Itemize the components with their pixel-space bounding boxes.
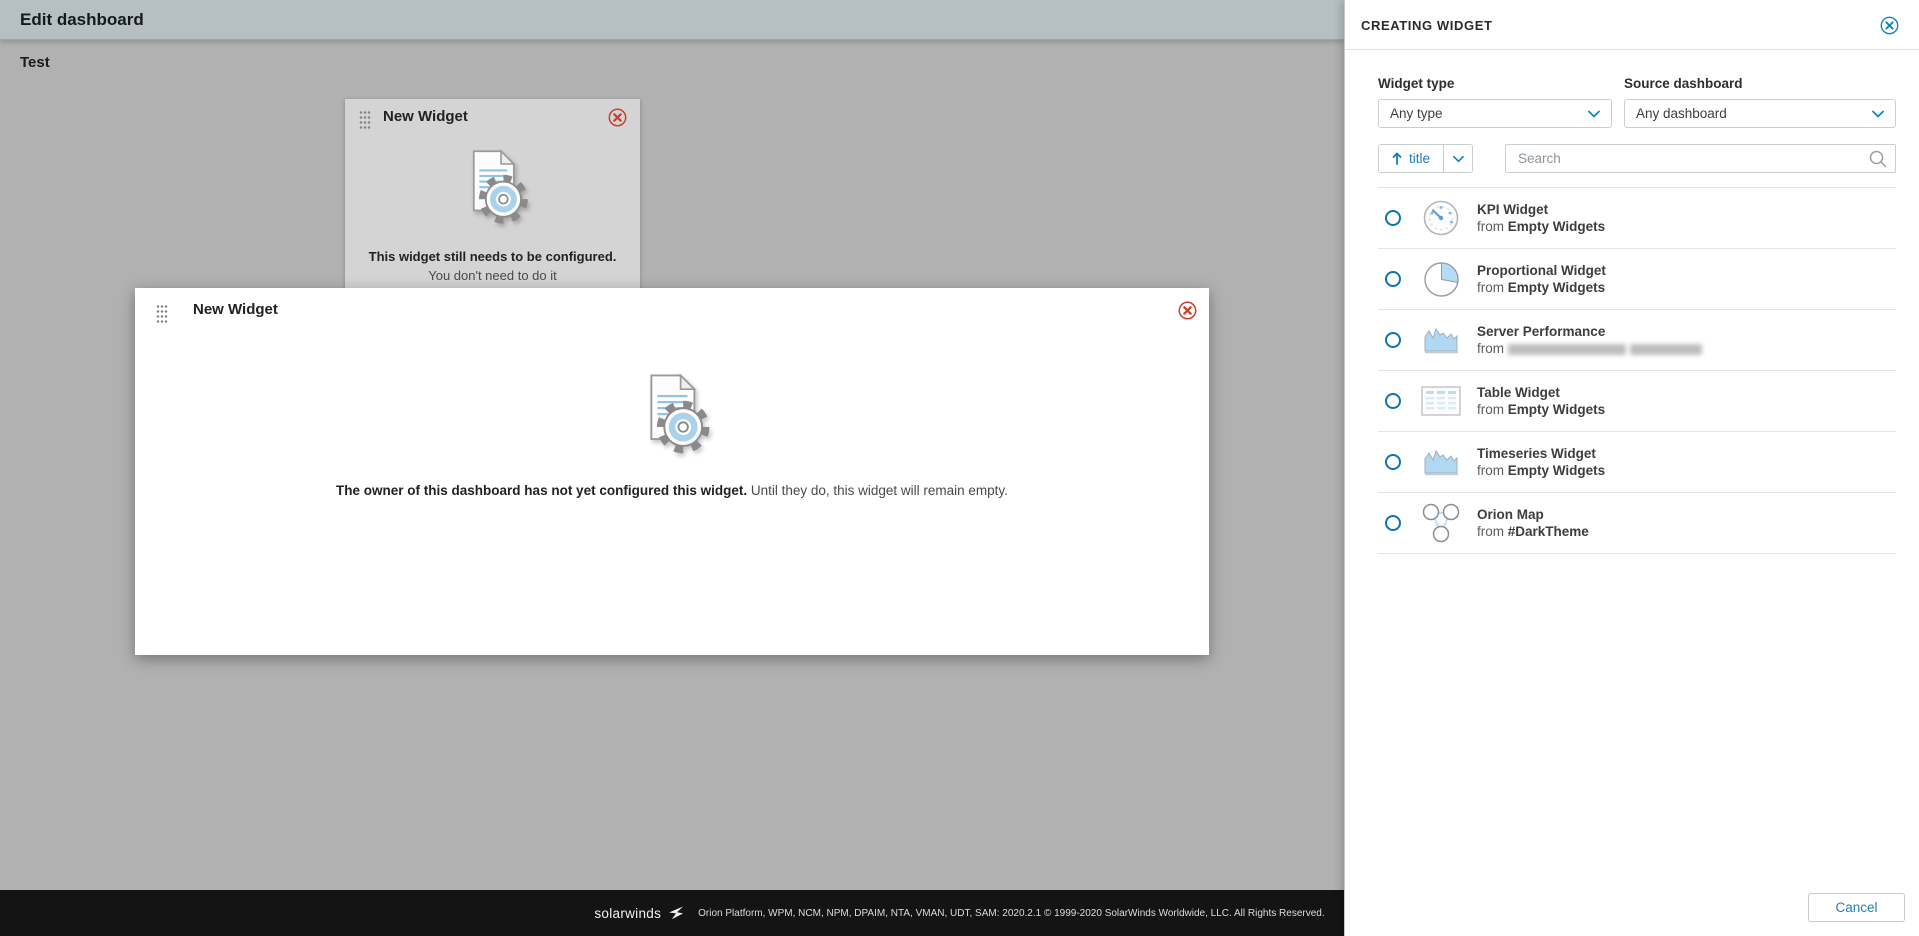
document-gear-icon — [472, 149, 528, 224]
widget-option-source: from Empty Widgets — [1477, 280, 1606, 295]
widget-option-source-redacted: from — [1477, 340, 1702, 357]
source-dashboard-select[interactable]: Any dashboard — [1624, 99, 1896, 128]
radio-button[interactable] — [1385, 271, 1401, 287]
pie-chart-icon — [1418, 261, 1464, 298]
modal-message: The owner of this dashboard has not yet … — [175, 481, 1169, 501]
panel-header: CREATING WIDGET — [1345, 0, 1919, 50]
app-root: Edit dashboard Test New Widget This widg… — [0, 0, 1919, 936]
sort-search-row: title — [1378, 144, 1896, 173]
chevron-down-icon — [1872, 110, 1884, 117]
widget-type-value: Any type — [1390, 106, 1443, 121]
widget-option-server-performance[interactable]: Server Performance from — [1378, 310, 1896, 371]
chevron-down-icon — [1588, 110, 1600, 117]
footer-copyright: Orion Platform, WPM, NCM, NPM, DPAIM, NT… — [698, 907, 1325, 919]
message-regular: Until they do, this widget will remain e… — [747, 483, 1008, 498]
network-map-icon — [1418, 503, 1464, 543]
new-widget-modal: New Widget The owner of this dashboard h… — [135, 288, 1209, 655]
widget-card-title: New Widget — [383, 108, 468, 125]
solarwinds-logo: solarwinds — [594, 905, 662, 921]
radio-button[interactable] — [1385, 332, 1401, 348]
widget-option-kpi-widget[interactable]: KPI Widget from Empty Widgets — [1378, 188, 1896, 249]
radio-button[interactable] — [1385, 393, 1401, 409]
widget-option-text: KPI Widget from Empty Widgets — [1477, 201, 1605, 235]
redacted-text — [1630, 343, 1702, 355]
creating-widget-panel: CREATING WIDGET Widget type Any type Sou… — [1344, 0, 1919, 936]
modal-title: New Widget — [193, 301, 278, 318]
sort-options-button[interactable] — [1443, 145, 1473, 172]
widget-option-title: Proportional Widget — [1477, 263, 1606, 278]
sort-label: title — [1409, 151, 1431, 166]
close-panel-button[interactable] — [1880, 16, 1899, 35]
widget-option-title: Table Widget — [1477, 385, 1560, 400]
close-widget-button[interactable] — [608, 108, 627, 127]
drag-handle-icon[interactable] — [156, 304, 168, 323]
sort-control: title — [1378, 144, 1474, 173]
footer-bar: solarwinds Orion Platform, WPM, NCM, NPM… — [0, 890, 1344, 936]
source-dashboard-label: Source dashboard — [1624, 76, 1743, 91]
search-icon — [1869, 150, 1887, 173]
panel-title: CREATING WIDGET — [1361, 18, 1493, 33]
source-dashboard-filter: Source dashboard Any dashboard — [1624, 76, 1896, 128]
widget-option-source: from #DarkTheme — [1477, 524, 1589, 539]
radio-button[interactable] — [1385, 515, 1401, 531]
message-bold: The owner of this dashboard has not yet … — [336, 483, 748, 498]
sort-ascending-icon — [1392, 152, 1402, 165]
area-chart-icon — [1418, 447, 1464, 477]
sort-by-title-button[interactable]: title — [1379, 145, 1444, 172]
message-bold: This widget still needs to be configured… — [368, 249, 617, 264]
widget-option-table-widget[interactable]: Table Widget from Empty Widgets — [1378, 371, 1896, 432]
chevron-down-icon — [1452, 155, 1464, 162]
area-chart-icon — [1418, 325, 1464, 355]
redacted-text — [1508, 343, 1626, 355]
widget-option-title: Orion Map — [1477, 507, 1544, 522]
widget-option-text: Timeseries Widget from Empty Widgets — [1477, 445, 1605, 479]
widget-option-source: from Empty Widgets — [1477, 402, 1606, 417]
search-input[interactable] — [1505, 144, 1896, 173]
close-icon — [1880, 16, 1899, 35]
widget-card-body: This widget still needs to be configured… — [345, 137, 640, 286]
widget-option-timeseries-widget[interactable]: Timeseries Widget from Empty Widgets — [1378, 432, 1896, 493]
dashboard-title: Test — [20, 54, 50, 71]
close-icon — [608, 108, 627, 127]
panel-body: Widget type Any type Source dashboard An… — [1345, 50, 1919, 554]
modal-body: The owner of this dashboard has not yet … — [135, 326, 1209, 501]
widget-option-text: Table Widget from Empty Widgets — [1477, 384, 1605, 418]
radio-button[interactable] — [1385, 454, 1401, 470]
widget-option-text: Orion Map from #DarkTheme — [1477, 506, 1589, 540]
widget-card-message: This widget still needs to be configured… — [365, 248, 620, 286]
source-dashboard-value: Any dashboard — [1636, 106, 1727, 121]
widget-type-filter: Widget type Any type — [1378, 76, 1612, 128]
widget-option-source: from Empty Widgets — [1477, 463, 1606, 478]
widget-card-header: New Widget — [345, 99, 640, 137]
page-title: Edit dashboard — [20, 9, 144, 29]
widget-type-select[interactable]: Any type — [1378, 99, 1612, 128]
document-gear-icon — [650, 373, 710, 454]
filter-row: Widget type Any type Source dashboard An… — [1378, 76, 1896, 128]
widget-option-title: KPI Widget — [1477, 202, 1549, 217]
close-icon — [1178, 301, 1197, 320]
solarwinds-logo-icon — [669, 906, 684, 920]
table-icon — [1418, 386, 1464, 416]
widget-option-title: Server Performance — [1477, 324, 1606, 339]
drag-handle-icon[interactable] — [359, 110, 371, 129]
widget-option-orion-map[interactable]: Orion Map from #DarkTheme — [1378, 493, 1896, 554]
widget-option-text: Proportional Widget from Empty Widgets — [1477, 262, 1606, 296]
widget-option-text: Server Performance from — [1477, 323, 1702, 357]
modal-header: New Widget — [135, 288, 1209, 326]
search-field-wrap — [1505, 144, 1896, 173]
close-widget-button[interactable] — [1178, 301, 1197, 320]
gauge-icon — [1418, 199, 1464, 237]
cancel-button[interactable]: Cancel — [1808, 893, 1905, 922]
widget-type-label: Widget type — [1378, 76, 1455, 91]
radio-button[interactable] — [1385, 210, 1401, 226]
widget-option-title: Timeseries Widget — [1477, 446, 1596, 461]
widget-list: KPI Widget from Empty Widgets Proportion… — [1378, 187, 1896, 554]
edit-dashboard-header: Edit dashboard — [0, 0, 1344, 40]
dashboard-canvas: Test New Widget This widget still needs … — [0, 40, 1344, 890]
widget-option-proportional-widget[interactable]: Proportional Widget from Empty Widgets — [1378, 249, 1896, 310]
widget-option-source: from Empty Widgets — [1477, 219, 1606, 234]
footer-content: solarwinds Orion Platform, WPM, NCM, NPM… — [0, 890, 1344, 936]
message-regular: You don't need to do it — [428, 267, 557, 283]
